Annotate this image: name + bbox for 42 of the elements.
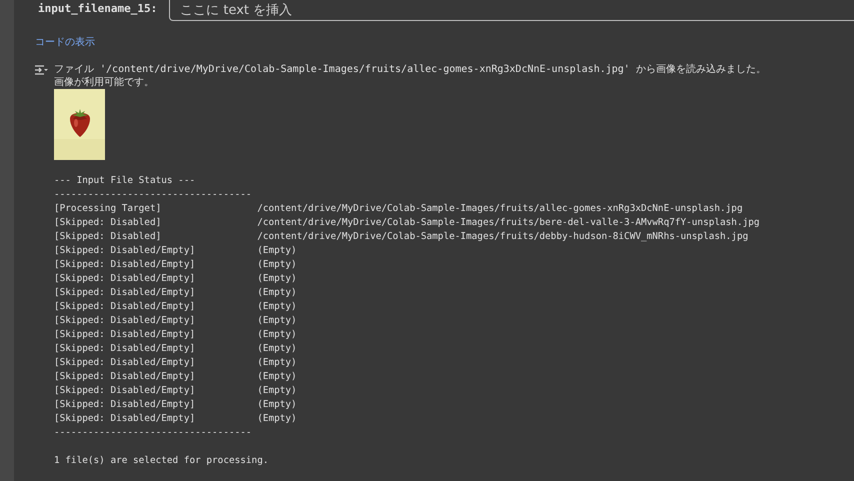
status-label: [Skipped: Disabled/Empty] [54, 384, 196, 398]
separator-line: ----------------------------------- [54, 188, 252, 202]
status-label: [Skipped: Disabled/Empty] [54, 412, 196, 426]
status-label: [Skipped: Disabled/Empty] [54, 244, 196, 258]
file-path: (Empty) [257, 356, 298, 370]
show-code-link[interactable]: コードの表示 [35, 35, 95, 49]
output-message: ファイル '/content/drive/MyDrive/Colab-Sample-Images/fruits/allec-gomes-xnRg3xDcNnE-unsplash.jpg' から画像を読み込みました。 [54, 63, 766, 76]
status-header: --- Input File Status --- [54, 174, 196, 188]
file-path: /content/drive/MyDrive/Colab-Sample-Images/fruits/bere-del-valle-3-AMvwRq7fY-unsplash.jpg [257, 216, 760, 230]
status-label: [Skipped: Disabled/Empty] [54, 328, 196, 342]
status-label: [Skipped: Disabled/Empty] [54, 286, 196, 300]
file-path: /content/drive/MyDrive/Colab-Sample-Images/fruits/debby-hudson-8iCWV_mNRhs-unsplash.jpg [257, 230, 750, 244]
file-path: (Empty) [257, 272, 298, 286]
file-path: (Empty) [257, 384, 298, 398]
file-path: (Empty) [257, 314, 298, 328]
summary-text: 1 file(s) are selected for processing. [54, 454, 268, 468]
file-path: (Empty) [257, 286, 298, 300]
file-path: (Empty) [257, 342, 298, 356]
status-label: [Skipped: Disabled/Empty] [54, 342, 196, 356]
input-field[interactable]: ここに text を挿入 [169, 0, 854, 21]
file-path: (Empty) [257, 258, 298, 272]
separator-line: ----------------------------------- [54, 426, 252, 440]
field-label: input_filename_15: [38, 2, 158, 14]
status-label: [Skipped: Disabled/Empty] [54, 300, 196, 314]
status-label: [Processing Target] [54, 202, 162, 216]
file-path: (Empty) [257, 300, 298, 314]
status-label: [Skipped: Disabled/Empty] [54, 272, 196, 286]
status-label: [Skipped: Disabled/Empty] [54, 314, 196, 328]
file-path: (Empty) [257, 244, 298, 258]
file-path: (Empty) [257, 328, 298, 342]
status-label: [Skipped: Disabled] [54, 216, 162, 230]
status-label: [Skipped: Disabled/Empty] [54, 258, 196, 272]
file-path: (Empty) [257, 412, 298, 426]
output-toggle-icon[interactable] [34, 64, 48, 76]
file-path: (Empty) [257, 398, 298, 412]
status-label: [Skipped: Disabled] [54, 230, 162, 244]
file-path: (Empty) [257, 370, 298, 384]
output-message: 画像が利用可能です。 [54, 76, 154, 89]
status-label: [Skipped: Disabled/Empty] [54, 356, 196, 370]
status-label: [Skipped: Disabled/Empty] [54, 398, 196, 412]
status-label: [Skipped: Disabled/Empty] [54, 370, 196, 384]
file-path: /content/drive/MyDrive/Colab-Sample-Images/fruits/allec-gomes-xnRg3xDcNnE-unsplash.jpg [257, 202, 744, 216]
